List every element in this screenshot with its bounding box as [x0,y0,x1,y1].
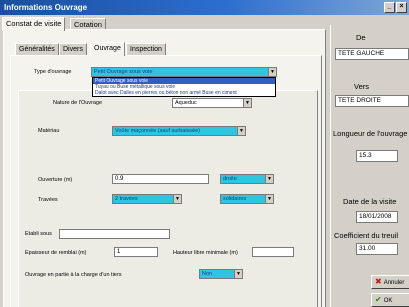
travees-value: 2 travées [115,196,138,202]
materiau-value: Voûte maçonnée (sauf surbaissée) [115,128,200,134]
longueur-ouvrage-field[interactable]: 15.3 [356,150,398,162]
epaisseur-remblai-label: Epaisseur de remblai (m) [25,250,87,256]
ouverture-shape-select[interactable]: droite ▼ [220,174,274,184]
charge-tiers-select[interactable]: Non ▼ [199,269,243,279]
chevron-down-icon[interactable]: ▼ [234,270,242,278]
tab-constat-de-visite[interactable]: Constat de visite [2,17,66,31]
travees-select[interactable]: 2 travées ▼ [112,194,182,204]
chevron-down-icon[interactable]: ▼ [173,195,181,203]
annuler-label: Annuler [383,280,405,286]
close-icon: ✖ [375,277,382,286]
type-ouvrage-label: Type d'ouvrage [34,69,72,75]
ok-button[interactable]: ✔ OK [371,293,409,307]
tab-inspection[interactable]: Inspection [126,43,166,55]
annuler-button[interactable]: ✖ Annuler [371,275,409,289]
ouverture-label: Ouverture (m) [38,177,73,183]
type-ouvrage-select[interactable]: Petit Ouvrage sous voie ▼ [91,67,277,77]
ok-label: OK [383,298,393,304]
date-visite-label: Date de la visite [343,197,397,206]
window-controls: _ × [384,2,407,13]
chevron-down-icon[interactable]: ▼ [237,127,245,135]
date-visite-field[interactable]: 18/01/2008 [356,211,398,223]
type-ouvrage-dropdown[interactable]: Petit Ouvrage sous voie Tuyau ou Buse mé… [92,77,276,97]
coefficient-treuil-label: Coefficient du treuil [334,231,399,240]
ouverture-input[interactable]: 0.9 [112,174,209,184]
materiau-label: Matériau [38,128,60,134]
tab-divers[interactable]: Divers [59,43,87,55]
chevron-down-icon[interactable]: ▼ [265,195,273,203]
etabli-sous-label: Etabli sous [25,231,52,237]
etabli-sous-input[interactable] [59,229,170,239]
dialog-body: Constat de visite Cotation Généralités D… [0,15,409,307]
travees-type-value: solidaires [223,196,247,202]
nature-ouvrage-value: Aqueduc [175,100,197,106]
chevron-down-icon[interactable]: ▼ [268,68,276,76]
ouverture-shape-value: droite [223,176,237,182]
dropdown-option[interactable]: Dalot avec Dalles en pierres ou béton no… [93,90,275,96]
window-title-bar: Informations Ouvrage _ × [0,0,409,15]
de-label: De [356,33,366,42]
tab-generalites[interactable]: Généralités [15,43,59,55]
vers-field[interactable]: TETE DROITE [335,95,409,107]
epaisseur-remblai-input[interactable]: 1 [114,247,158,257]
nature-ouvrage-select[interactable]: Aqueduc ▼ [172,98,252,108]
nature-ouvrage-label: Nature de l'Ouvrage [53,100,103,106]
charge-tiers-label: Ouvrage en partie à la charge d'un tiers [25,272,122,278]
type-ouvrage-value: Petit Ouvrage sous voie [94,69,153,75]
right-summary-panel: De TETE GAUCHE Vers TETE DROITE Longueur… [330,25,409,307]
travees-type-select[interactable]: solidaires ▼ [220,194,274,204]
coefficient-treuil-field[interactable]: 31.00 [356,243,398,255]
charge-tiers-value: Non [202,271,213,277]
checkmark-icon: ✔ [375,295,382,304]
chevron-down-icon[interactable]: ▼ [265,175,273,183]
window-title: Informations Ouvrage [4,3,88,12]
hauteur-libre-input[interactable] [252,247,294,257]
travees-label: Travées [38,197,58,203]
de-field[interactable]: TETE GAUCHE [335,48,409,60]
minimize-icon[interactable]: _ [384,2,395,13]
materiau-select[interactable]: Voûte maçonnée (sauf surbaissée) ▼ [112,126,246,136]
hauteur-libre-label: Hauteur libre minimale (m) [173,250,238,256]
close-icon[interactable]: × [396,2,407,13]
tab-ouvrage[interactable]: Ouvrage [90,42,125,56]
chevron-down-icon[interactable]: ▼ [243,99,251,107]
longueur-ouvrage-label: Longueur de l'ouvrage [333,129,408,138]
vers-label: Vers [354,82,370,91]
